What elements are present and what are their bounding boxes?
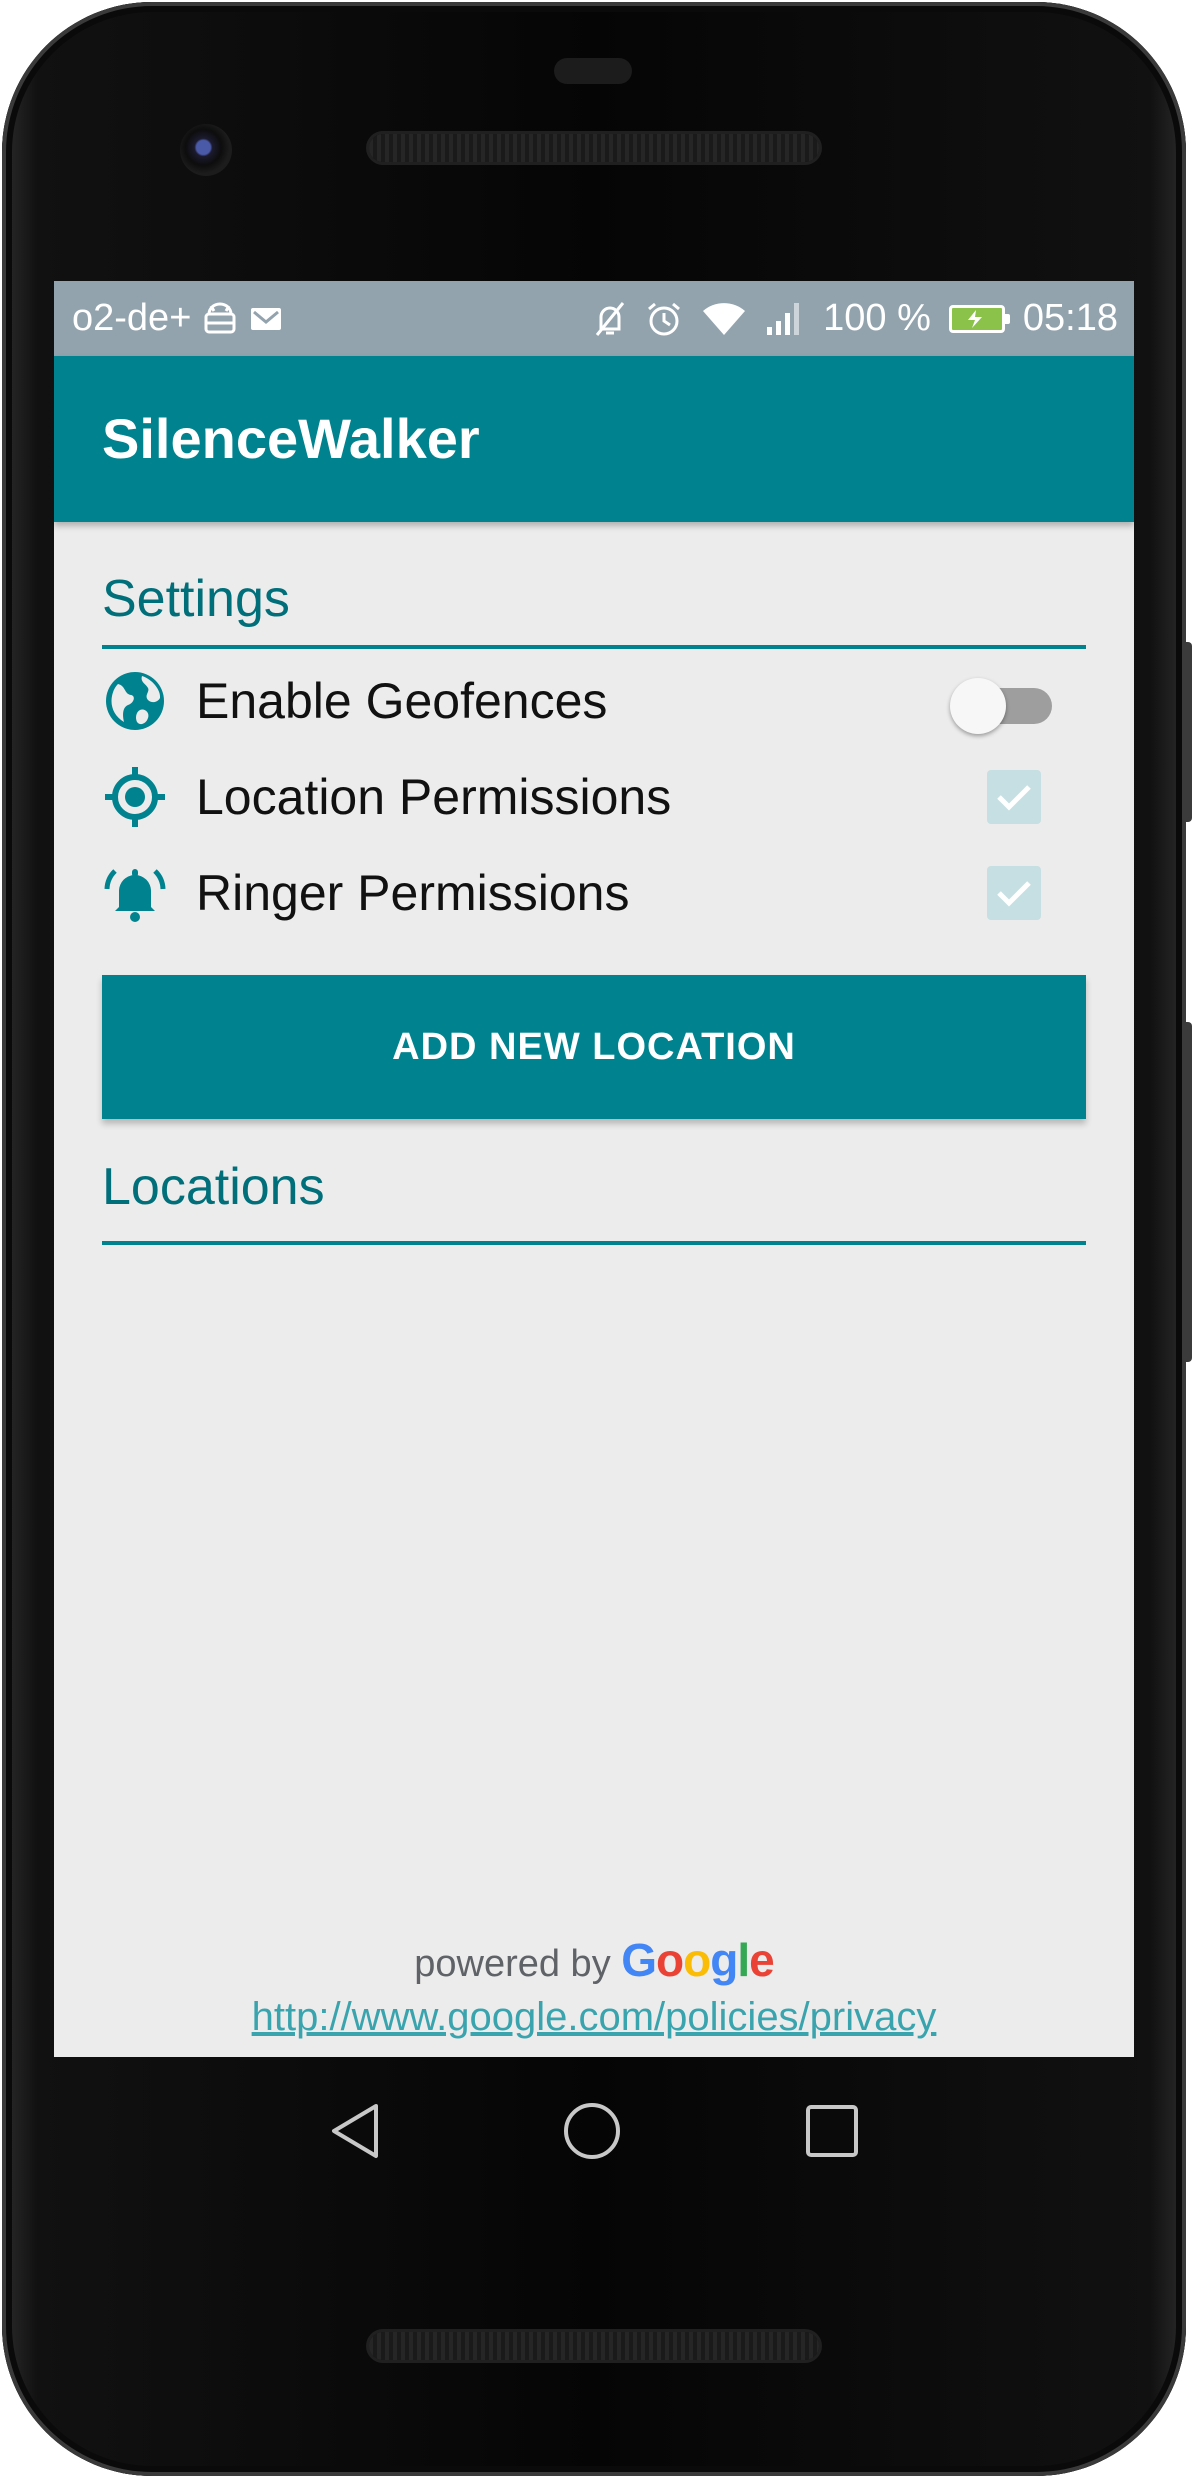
setting-label: Location Permissions: [196, 769, 672, 825]
back-button[interactable]: [320, 2096, 390, 2166]
battery-percent: 100 %: [823, 297, 931, 339]
globe-icon: [102, 668, 168, 734]
location-permission-checkbox[interactable]: [987, 770, 1041, 824]
setting-row-enable-geofences[interactable]: Enable Geofences: [102, 656, 1086, 746]
status-bar: o2-de+ 100 % 05:18: [54, 281, 1134, 356]
check-icon: [997, 785, 1031, 811]
locations-divider: [102, 1241, 1086, 1245]
setting-label: Ringer Permissions: [196, 865, 630, 921]
recents-button[interactable]: [797, 2096, 867, 2166]
bottom-speaker: [369, 2332, 819, 2360]
setting-row-location-permissions[interactable]: Location Permissions: [102, 752, 1086, 842]
mute-icon: [593, 299, 627, 339]
wifi-icon: [701, 301, 747, 337]
bell-ringing-icon: [102, 860, 168, 926]
privacy-policy-link[interactable]: http://www.google.com/policies/privacy: [54, 1995, 1134, 2040]
back-icon: [332, 2104, 378, 2158]
app-title: SilenceWalker: [102, 407, 480, 470]
powered-by-google: powered by Google: [54, 1933, 1134, 1987]
setting-row-ringer-permissions[interactable]: Ringer Permissions: [102, 848, 1086, 938]
proximity-sensor: [554, 58, 632, 84]
settings-section-title: Settings: [102, 570, 290, 628]
phone-frame: o2-de+ 100 % 05:18 SilenceWalker Setting…: [2, 2, 1192, 2476]
mail-icon: [249, 304, 283, 334]
geofence-toggle[interactable]: [950, 674, 1056, 734]
toggle-thumb: [950, 678, 1006, 734]
home-icon: [564, 2103, 620, 2159]
volume-button: [1182, 1022, 1192, 1362]
carrier-label: o2-de+: [72, 297, 192, 339]
alarm-icon: [645, 300, 683, 338]
check-icon: [997, 881, 1031, 907]
google-logo: Google: [621, 1934, 774, 1986]
screen: o2-de+ 100 % 05:18 SilenceWalker Setting…: [54, 281, 1134, 2057]
setting-label: Enable Geofences: [196, 673, 608, 729]
front-camera: [180, 124, 232, 176]
earpiece-speaker: [369, 134, 819, 162]
location-target-icon: [102, 764, 168, 830]
app-bar: SilenceWalker: [54, 356, 1134, 522]
ringer-permission-checkbox[interactable]: [987, 866, 1041, 920]
settings-divider: [102, 645, 1086, 649]
powered-by-text: powered by: [414, 1943, 611, 1985]
locations-section-title: Locations: [102, 1158, 325, 1216]
add-new-location-button[interactable]: ADD NEW LOCATION: [102, 975, 1086, 1119]
android-icon: [201, 302, 239, 336]
battery-charging-icon: [948, 304, 1010, 333]
recents-icon: [806, 2105, 858, 2157]
signal-icon: [765, 301, 805, 337]
power-button: [1182, 642, 1192, 822]
home-button[interactable]: [557, 2096, 627, 2166]
clock: 05:18: [1022, 297, 1118, 339]
locations-list: [102, 1251, 1086, 1911]
